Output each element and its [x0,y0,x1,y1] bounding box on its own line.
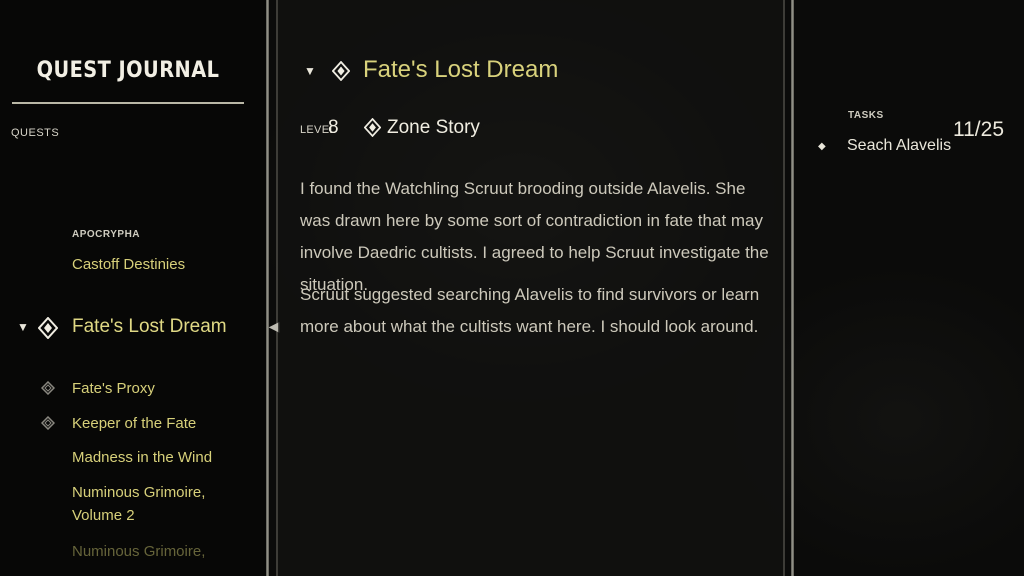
quest-item-label: Numinous Grimoire, [72,484,206,501]
quest-item-madness-in-the-wind[interactable]: Madness in the Wind [72,449,212,466]
detail-caret-icon: ▼ [304,64,316,78]
quest-marker-outline-icon [41,381,55,395]
title-divider [12,102,244,104]
quest-item-numinous-grimoire-faded[interactable]: Numinous Grimoire, [72,543,205,560]
quest-item-numinous-grimoire-2[interactable]: Numinous Grimoire, Volume 2 [72,484,205,524]
zone-story-icon [364,118,381,137]
quest-marker-outline-icon [41,416,55,430]
zone-type-label: Zone Story [387,117,480,138]
quest-description-paragraph: Scruut suggested searching Alavelis to f… [300,285,760,336]
journal-title: QUEST JOURNAL [36,58,220,83]
tasks-header: TASKS [848,110,884,121]
task-bullet-icon: ◆ [818,141,826,152]
tasks-panel [794,0,1024,576]
selected-caret-icon: ▼ [17,320,29,334]
quest-item-fates-lost-dream[interactable]: Fate's Lost Dream [72,316,227,338]
panel-divider-right-inner [783,0,785,576]
level-value: 8 [328,117,339,138]
task-item: Seach Alavelis [847,137,952,154]
quest-item-fates-proxy[interactable]: Fate's Proxy [72,380,155,397]
quest-marker-icon [38,317,58,339]
category-header: APOCRYPHA [72,229,141,240]
panel-divider-left [266,0,269,576]
quest-item-castoff-destinies[interactable]: Castoff Destinies [72,256,185,273]
quest-item-keeper-of-the-fate[interactable]: Keeper of the Fate [72,415,196,432]
quest-marker-icon [332,61,350,81]
quest-detail-title: Fate's Lost Dream [363,56,559,83]
quests-label: QUESTS [11,127,60,139]
quest-item-label-line2: Volume 2 [72,507,135,524]
